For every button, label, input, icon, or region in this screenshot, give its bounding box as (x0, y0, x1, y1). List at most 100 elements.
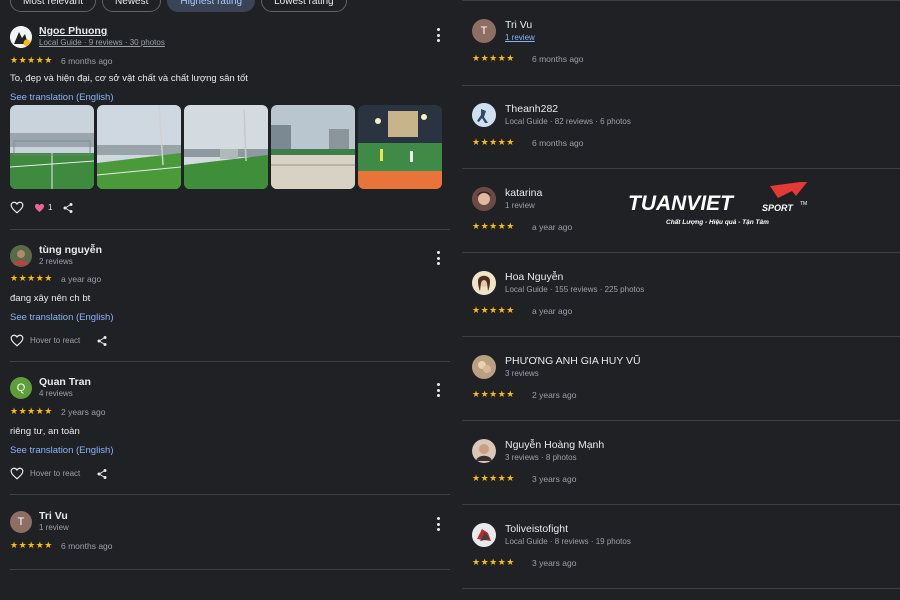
right-review-column: T Tri Vu 1 review ★★★★★ 6 months ago The… (462, 0, 900, 600)
more-options-icon[interactable] (434, 383, 442, 397)
review-photo[interactable] (184, 105, 268, 189)
reviewer-name[interactable]: Toliveistofight (505, 523, 568, 535)
more-options-icon[interactable] (434, 28, 442, 42)
avatar[interactable] (472, 187, 496, 211)
review-photo[interactable] (10, 105, 94, 189)
star-rating: ★★★★★ (10, 540, 53, 550)
heart-outline-icon (10, 467, 24, 480)
reviewer-meta[interactable]: 3 reviews · 8 photos (505, 453, 577, 462)
divider (462, 252, 900, 253)
share-button[interactable] (96, 335, 108, 347)
reviewer-meta[interactable]: Local Guide · 82 reviews · 6 photos (505, 117, 631, 126)
avatar[interactable] (10, 245, 32, 267)
reviewer-meta[interactable]: Local Guide · 8 reviews · 19 photos (505, 537, 631, 546)
review-actions: Hover to react (10, 334, 108, 347)
chip-lowest-rating[interactable]: Lowest rating (261, 0, 347, 12)
divider (10, 229, 450, 230)
logo-tagline: Chất Lượng - Hiệu quả - Tận Tâm (666, 218, 769, 226)
avatar[interactable]: T (472, 19, 496, 43)
star-rating: ★★★★★ (472, 137, 515, 147)
chip-highest-rating[interactable]: Highest rating (167, 0, 256, 12)
review-time: 2 years ago (61, 407, 106, 417)
review-card: Ngoc Phuong Local Guide · 9 reviews · 30… (10, 25, 450, 230)
star-rating: ★★★★★ (472, 221, 515, 231)
avatar[interactable] (10, 26, 32, 48)
like-button[interactable]: Hover to react (10, 334, 80, 347)
share-icon (63, 202, 73, 213)
reviewer-name[interactable]: Nguyễn Hoàng Mạnh (505, 439, 604, 451)
reviewer-name[interactable]: PHƯƠNG ANH GIA HUY VŨ (505, 355, 641, 367)
divider (462, 168, 900, 169)
share-button[interactable] (96, 468, 108, 480)
avatar[interactable]: T (10, 511, 32, 533)
avatar[interactable] (472, 103, 496, 127)
star-rating: ★★★★★ (472, 557, 515, 567)
heart-outline-icon (10, 201, 24, 214)
reviewer-name[interactable]: Ngoc Phuong (39, 25, 107, 37)
divider (462, 504, 900, 505)
reviewer-meta[interactable]: 1 review (39, 523, 69, 532)
reviewer-name[interactable]: katarina (505, 187, 542, 199)
divider (10, 361, 450, 362)
reviewer-name[interactable]: Hoa Nguyễn (505, 271, 563, 283)
avatar-letter: T (17, 516, 25, 528)
reviewer-name[interactable]: tùng nguyễn (39, 244, 102, 256)
review-time: a year ago (61, 274, 102, 284)
reviewer-meta[interactable]: 3 reviews (505, 369, 539, 378)
review-time: a year ago (532, 306, 573, 316)
like-button[interactable] (10, 201, 24, 214)
reviewer-meta[interactable]: 1 review (505, 201, 535, 210)
review-actions: Hover to react (10, 467, 108, 480)
review-text: To, đẹp và hiện đại, cơ sở vật chất và c… (10, 73, 248, 84)
review-time: 3 years ago (532, 558, 577, 568)
review-card: tùng nguyễn 2 reviews ★★★★★ a year ago đ… (10, 244, 450, 362)
review-time: 6 months ago (532, 138, 584, 148)
star-rating: ★★★★★ (472, 389, 515, 399)
review-photo[interactable] (358, 105, 442, 189)
avatar[interactable] (472, 439, 496, 463)
more-options-icon[interactable] (434, 251, 442, 265)
like-button[interactable]: Hover to react (10, 467, 80, 480)
reviewer-meta[interactable]: 2 reviews (39, 257, 73, 266)
avatar[interactable] (472, 523, 496, 547)
share-icon (97, 335, 107, 346)
like-count-badge[interactable]: 1 (34, 203, 52, 213)
reviewer-meta[interactable]: 1 review (505, 33, 535, 42)
share-button[interactable] (62, 202, 74, 214)
avatar[interactable] (472, 271, 496, 295)
star-rating: ★★★★★ (472, 53, 515, 63)
avatar[interactable] (472, 355, 496, 379)
star-rating: ★★★★★ (10, 55, 53, 65)
avatar-letter: T (480, 25, 488, 37)
see-translation-link[interactable]: See translation (English) (10, 445, 114, 456)
reviewer-name[interactable]: Quan Tran (39, 376, 91, 388)
review-photo[interactable] (271, 105, 355, 189)
divider (462, 0, 900, 1)
reviewer-name[interactable]: Tri Vu (39, 510, 68, 522)
divider (462, 336, 900, 337)
left-review-column: Most relevant Newest Highest rating Lowe… (0, 0, 460, 600)
see-translation-link[interactable]: See translation (English) (10, 92, 114, 103)
review-time: 2 years ago (532, 390, 577, 400)
star-rating: ★★★★★ (472, 305, 515, 315)
review-photo[interactable] (97, 105, 181, 189)
see-translation-link[interactable]: See translation (English) (10, 312, 114, 323)
review-text: đang xây nên ch bt (10, 293, 91, 304)
reviewer-name[interactable]: Tri Vu (505, 19, 532, 31)
divider (462, 588, 900, 589)
logo-trademark: TM (800, 201, 807, 207)
share-icon (97, 468, 107, 479)
divider (10, 569, 450, 570)
reviewer-meta[interactable]: 4 reviews (39, 389, 73, 398)
reviewer-name[interactable]: Theanh282 (505, 103, 558, 115)
more-options-icon[interactable] (434, 517, 442, 531)
reviewer-meta[interactable]: Local Guide · 9 reviews · 30 photos (39, 38, 165, 47)
hover-to-react-label: Hover to react (30, 336, 81, 345)
reviewer-meta[interactable]: Local Guide · 155 reviews · 225 photos (505, 285, 644, 294)
chip-newest[interactable]: Newest (102, 0, 162, 12)
avatar[interactable]: Q (10, 377, 32, 399)
chip-most-relevant[interactable]: Most relevant (10, 0, 97, 12)
review-text: riêng tư, an toàn (10, 426, 80, 437)
divider (10, 494, 450, 495)
divider (462, 85, 900, 86)
